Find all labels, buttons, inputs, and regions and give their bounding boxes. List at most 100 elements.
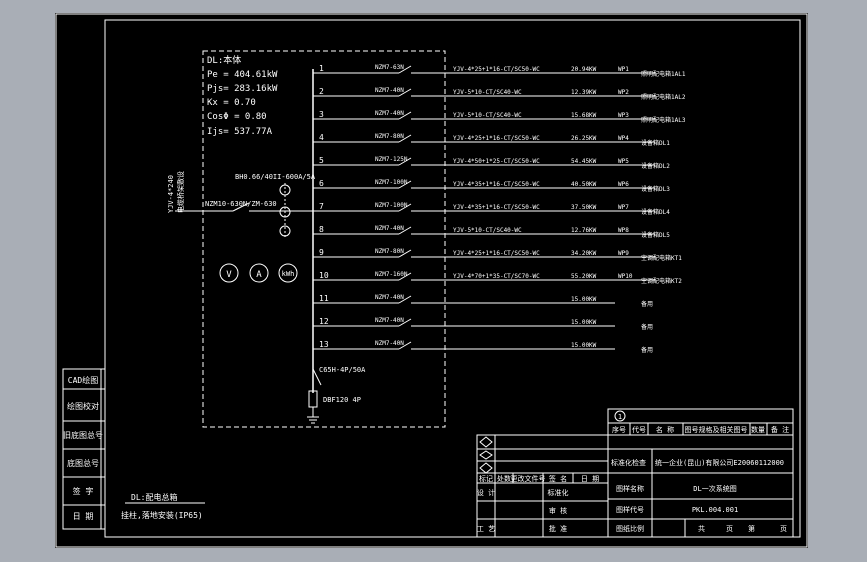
circuit-destination: 设备箱DL2 — [641, 162, 670, 170]
circuit-number: 2 — [319, 87, 324, 96]
circuit-wp: WP10 — [618, 273, 633, 280]
spd-breaker: C65H-4P/50A — [319, 366, 366, 374]
spd-branch: C65H-4P/50A DBF120 4P — [307, 353, 366, 424]
meter-label: kWh — [282, 270, 295, 278]
circuit-wp: WP1 — [618, 66, 629, 73]
circuit-destination: 备用 — [641, 346, 653, 354]
circuit-breaker: NZM7-160N — [375, 271, 408, 278]
strip-label: 底图总号 — [67, 458, 99, 468]
circuit-destination: 备用 — [641, 323, 653, 331]
circuit-breaker: NZM7-80N — [375, 133, 404, 140]
rev-header: 图号规格及相关图号 — [685, 425, 748, 434]
circuit-breaker: NZM7-40N — [375, 87, 404, 94]
circuit-destination: 照明配电箱1AL2 — [641, 93, 686, 101]
revision-number: 1 — [618, 413, 622, 421]
circuit-cable: YJV-4*35+1*16-CT/SC50-WC — [453, 204, 540, 211]
circuit-cable: YJV-4*25+1*16-CT/SC50-WC — [453, 250, 540, 257]
circuit-destination: 照明配电箱1AL3 — [641, 116, 686, 124]
circuit-number: 13 — [319, 340, 329, 349]
circuit-wp: WP3 — [618, 112, 629, 119]
circuit-breaker: NZM7-40N — [375, 340, 404, 347]
circuit-destination: 照明配电箱1AL1 — [641, 70, 686, 78]
circuit-breaker: NZM7-40N — [375, 225, 404, 232]
craft-label: 工 艺 — [477, 525, 495, 533]
circuit-cable: YJV-5*10-CT/SC40-WC — [453, 89, 522, 96]
summary-title: DL:本体 — [207, 54, 241, 66]
circuit-destination: 空调配电箱KT2 — [641, 277, 682, 285]
incoming-breaker: NZM10-630N/ZM-630 — [205, 200, 277, 208]
circuit-destination: 设备箱DL3 — [641, 185, 670, 193]
circuit-power: 26.25KW — [571, 135, 597, 142]
circuit-power: 37.50KW — [571, 204, 597, 211]
circuit-breaker: NZM7-100N — [375, 202, 408, 209]
circuit-number: 11 — [319, 294, 329, 303]
standardize-label: 标准化 — [548, 488, 569, 497]
circuit-power: 12.76KW — [571, 227, 597, 234]
company-name: 统一企业(昆山)有限公司E20060112000 — [655, 458, 784, 467]
panel-note-title: DL:配电总箱 — [131, 492, 177, 502]
summary-cos: CosΦ = 0.80 — [207, 112, 267, 122]
meter-label: V — [226, 270, 232, 280]
summary-kx: Kx = 0.70 — [207, 98, 256, 108]
circuit-breaker: NZM7-40N — [375, 317, 404, 324]
sign-header: 标记 — [479, 474, 493, 483]
sign-header: 更改文件号 — [511, 474, 546, 483]
circuit-number: 1 — [319, 64, 324, 73]
circuit-breaker: NZM7-63N — [375, 64, 404, 71]
circuit-cable: YJV-4*70+1*35-CT/SC70-WC — [453, 273, 540, 280]
drawing-code: PKL.004.001 — [692, 506, 738, 514]
circuit-wp: WP5 — [618, 158, 629, 165]
circuit-wp: WP4 — [618, 135, 629, 142]
circuit-breaker: NZM7-40N — [375, 110, 404, 117]
incoming-cable-note: 电缆桥架敷设 — [176, 171, 185, 213]
incoming-cable: YJV-4*240 — [167, 175, 175, 213]
approve-label: 批 准 — [549, 524, 567, 533]
drawing-code-label: 图样代号 — [616, 505, 644, 514]
drawing-name: DL一次系统图 — [693, 484, 736, 493]
circuit-power: 20.94KW — [571, 66, 597, 73]
circuit-power: 12.39KW — [571, 89, 597, 96]
circuit-wp: WP2 — [618, 89, 629, 96]
circuit-number: 9 — [319, 248, 324, 257]
circuit-destination: 空调配电箱KT1 — [641, 254, 682, 262]
summary-pe: Pe = 404.61kW — [207, 70, 278, 80]
sign-header: 处数 — [497, 474, 511, 483]
sign-header: 签 名 — [549, 474, 567, 483]
outgoing-circuits: 1 NZM7-63N YJV-4*25+1*16-CT/SC50-WC 20.94KW… — [313, 64, 686, 354]
page-label: 页 — [726, 525, 733, 533]
circuit-breaker: NZM7-125N — [375, 156, 408, 163]
circuit-number: 5 — [319, 156, 324, 165]
circuit-power: 15.00KW — [571, 342, 597, 349]
circuit-cable: YJV-5*10-CT/SC40-WC — [453, 112, 522, 119]
strip-label: 绘图校对 — [67, 401, 99, 411]
summary-pjs: Pjs= 283.16kW — [207, 84, 278, 94]
circuit-number: 6 — [319, 179, 324, 188]
rev-header: 数量 — [751, 425, 765, 434]
circuit-wp: WP7 — [618, 204, 629, 211]
circuit-breaker: NZM7-40N — [375, 294, 404, 301]
circuit-destination: 设备箱DL4 — [641, 208, 670, 216]
incoming-ct: BH0.66/40II-600A/5A — [235, 173, 316, 181]
circuit-destination: 设备箱DL5 — [641, 231, 670, 239]
scale-label: 图纸比例 — [616, 524, 644, 533]
rev-header: 备 注 — [771, 425, 789, 434]
circuit-cable: YJV-5*10-CT/SC40-WC — [453, 227, 522, 234]
incoming-feeder: YJV-4*240 电缆桥架敷设 NZM10-630N/ZM-630 BH0.6… — [167, 171, 316, 239]
summary-ijs: Ijs= 537.77A — [207, 127, 273, 137]
circuit-number: 10 — [319, 271, 329, 280]
circuit-destination: 备用 — [641, 300, 653, 308]
circuit-wp: WP8 — [618, 227, 629, 234]
diagram-canvas: CAD绘图 绘图校对 旧底图总号 底图总号 签 字 日 期 DL:配电总箱 挂柱… — [55, 13, 808, 548]
meter-label: A — [256, 270, 262, 280]
strip-label: CAD绘图 — [68, 375, 98, 385]
spd-device: DBF120 4P — [323, 396, 361, 404]
circuit-wp: WP6 — [618, 181, 629, 188]
drawing-name-label: 图样名称 — [616, 484, 644, 493]
design-label: 设 计 — [477, 488, 495, 497]
circuit-cable: YJV-4*25+1*16-CT/SC50-WC — [453, 66, 540, 73]
circuit-cable: YJV-4*25+1*16-CT/SC50-WC — [453, 135, 540, 142]
circuit-number: 12 — [319, 317, 329, 326]
review-label: 审 核 — [549, 506, 567, 515]
circuit-number: 7 — [319, 202, 324, 211]
circuit-number: 3 — [319, 110, 324, 119]
